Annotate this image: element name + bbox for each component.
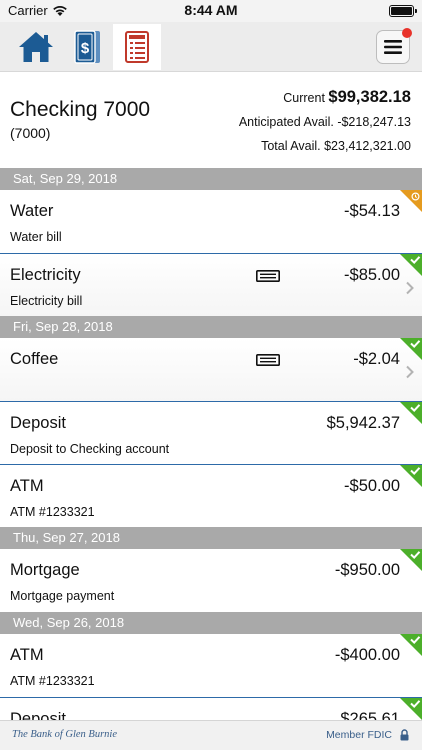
transaction-title: Coffee — [10, 350, 59, 368]
current-balance: Current $99,382.18 — [283, 88, 411, 107]
memo-icon — [256, 270, 280, 282]
cleared-check-icon — [400, 402, 422, 424]
transaction-amount: -$950.00 — [334, 561, 400, 579]
current-balance-amount: $99,382.18 — [328, 88, 411, 106]
anticipated-balance-label: Anticipated Avail. — [238, 115, 334, 129]
transaction-row[interactable]: Deposit $5,942.37 Deposit to Checking ac… — [0, 401, 422, 464]
date-header: Thu, Sep 27, 2018 — [0, 527, 422, 549]
register-icon — [125, 31, 149, 63]
transaction-description: Mortgage payment — [10, 589, 115, 603]
battery-icon — [389, 5, 417, 17]
transaction-title: Electricity — [10, 266, 81, 284]
date-header: Sat, Sep 29, 2018 — [0, 168, 422, 190]
transaction-title: ATM — [10, 477, 44, 495]
transaction-description: ATM #1233321 — [10, 674, 95, 688]
transaction-description: Electricity bill — [10, 294, 83, 308]
register-button[interactable] — [113, 24, 161, 70]
transaction-amount: $5,942.37 — [326, 414, 400, 432]
transaction-description: Water bill — [10, 230, 62, 244]
account-number: (7000) — [10, 125, 51, 141]
transaction-amount: -$2.04 — [353, 350, 400, 368]
chevron-right-icon[interactable] — [405, 365, 415, 379]
menu-icon — [384, 40, 402, 54]
top-nav: $ — [0, 22, 422, 72]
transaction-row[interactable]: Electricity -$85.00 Electricity bill — [0, 253, 422, 316]
cleared-check-icon — [400, 549, 422, 571]
lock-icon — [400, 729, 409, 741]
home-icon — [19, 32, 53, 62]
svg-text:$: $ — [81, 40, 90, 57]
footer: The Bank of Glen Burnie Member FDIC — [0, 720, 422, 750]
anticipated-balance: Anticipated Avail. -$218,247.13 — [239, 115, 411, 129]
date-header: Fri, Sep 28, 2018 — [0, 316, 422, 338]
menu-button[interactable] — [376, 28, 412, 64]
transaction-description: ATM #1233321 — [10, 505, 95, 519]
account-name: Checking 7000 — [10, 98, 151, 121]
anticipated-balance-amount: -$218,247.13 — [337, 115, 411, 129]
notification-badge — [402, 28, 412, 38]
transfer-button[interactable]: $ — [62, 24, 110, 70]
total-balance-label: Total Avail. — [261, 139, 321, 153]
transaction-row[interactable]: ATM -$400.00 ATM #1233321 — [0, 634, 422, 697]
status-bar: Carrier 8:44 AM — [0, 0, 422, 22]
transaction-amount: -$85.00 — [344, 266, 400, 284]
transaction-title: Water — [10, 202, 54, 220]
pending-clock-icon — [400, 190, 422, 212]
cleared-check-icon — [400, 634, 422, 656]
memo-icon — [256, 354, 280, 366]
total-balance-amount: $23,412,321.00 — [324, 139, 411, 153]
cleared-check-icon — [400, 698, 422, 720]
transaction-amount: -$400.00 — [334, 646, 400, 664]
cleared-check-icon — [400, 465, 422, 487]
transaction-amount: -$54.13 — [344, 202, 400, 220]
cleared-check-icon — [400, 338, 422, 360]
transaction-title: Mortgage — [10, 561, 80, 579]
transaction-title: Deposit — [10, 414, 66, 432]
transaction-description: Deposit to Checking account — [10, 442, 170, 456]
date-header: Wed, Sep 26, 2018 — [0, 612, 422, 634]
current-balance-label: Current — [283, 91, 325, 105]
home-button[interactable] — [12, 24, 60, 70]
transaction-title: ATM — [10, 646, 44, 664]
transaction-list[interactable]: Sat, Sep 29, 2018 Water -$54.13 Water bi… — [0, 168, 422, 720]
account-header: Checking 7000 (7000) Current $99,382.18 … — [0, 72, 422, 168]
bank-logo: The Bank of Glen Burnie — [12, 729, 117, 740]
fdic-notice: Member FDIC — [326, 729, 392, 741]
transaction-row[interactable]: Water -$54.13 Water bill — [0, 190, 422, 253]
chevron-right-icon[interactable] — [405, 281, 415, 295]
clock-time: 8:44 AM — [184, 2, 238, 18]
transaction-row[interactable]: Deposit $265.61 — [0, 697, 422, 720]
transaction-title: Deposit — [10, 710, 66, 720]
total-balance: Total Avail. $23,412,321.00 — [261, 139, 411, 153]
transfer-icon: $ — [74, 30, 100, 64]
transaction-row[interactable]: ATM -$50.00 ATM #1233321 — [0, 464, 422, 527]
cleared-check-icon — [400, 254, 422, 276]
transaction-row[interactable]: Coffee -$2.04 — [0, 338, 422, 401]
transaction-amount: -$50.00 — [344, 477, 400, 495]
transaction-amount: $265.61 — [340, 710, 400, 720]
transaction-row[interactable]: Mortgage -$950.00 Mortgage payment — [0, 549, 422, 612]
